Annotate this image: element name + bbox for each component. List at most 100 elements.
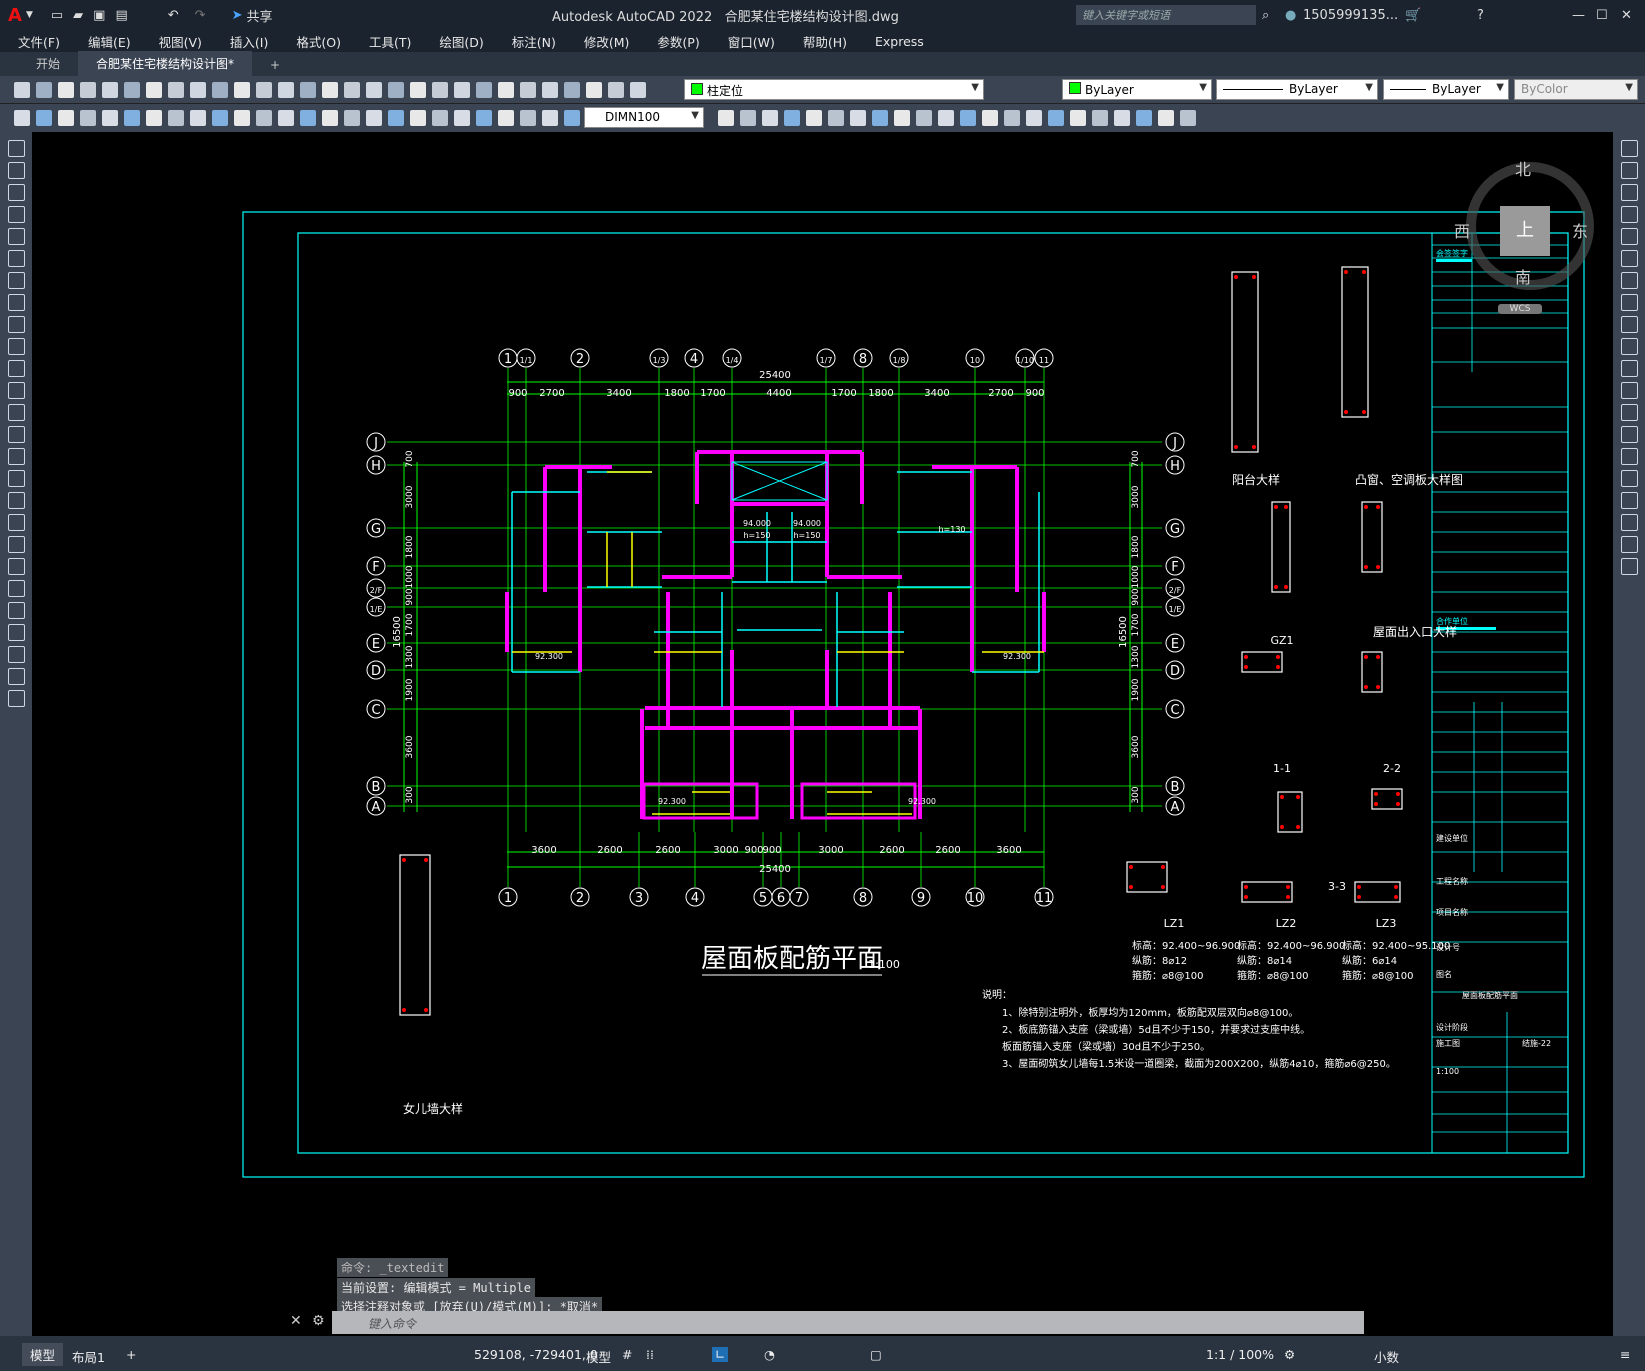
lineweight-dropdown[interactable]: ByLayer ▼ — [1383, 79, 1509, 100]
user-name[interactable]: 1505999135... — [1303, 8, 1398, 23]
toolbar-tool-icon[interactable] — [542, 110, 558, 126]
linetype-dropdown[interactable]: ByLayer ▼ — [1216, 79, 1378, 100]
toolbar-tool-icon[interactable] — [256, 82, 272, 98]
side-tool-icon[interactable] — [1621, 536, 1638, 553]
side-tool-icon[interactable] — [1621, 558, 1638, 575]
viewcube-north[interactable]: 北 — [1515, 156, 1531, 180]
toolbar-tool-icon[interactable] — [322, 110, 338, 126]
toolbar-tool-icon[interactable] — [1180, 110, 1196, 126]
toolbar-tool-icon[interactable] — [718, 110, 734, 126]
toolbar-tool-icon[interactable] — [982, 110, 998, 126]
viewcube-west[interactable]: 西 — [1454, 218, 1470, 242]
toolbar-tool-icon[interactable] — [344, 82, 360, 98]
plotstyle-dropdown[interactable]: ByColor ▼ — [1514, 79, 1638, 100]
toolbar-tool-icon[interactable] — [938, 110, 954, 126]
toolbar-tool-icon[interactable] — [762, 110, 778, 126]
toolbar-tool-icon[interactable] — [1026, 110, 1042, 126]
save-icon[interactable]: ▣ — [93, 8, 105, 23]
viewcube-east[interactable]: 东 — [1572, 218, 1588, 242]
side-tool-icon[interactable] — [1621, 316, 1638, 333]
redo-icon[interactable]: ↷ — [195, 8, 206, 23]
toolbar-tool-icon[interactable] — [454, 110, 470, 126]
toolbar-tool-icon[interactable] — [564, 110, 580, 126]
side-tool-icon[interactable] — [8, 360, 25, 377]
toolbar-tool-icon[interactable] — [190, 82, 206, 98]
side-tool-icon[interactable] — [1621, 382, 1638, 399]
toolbar-tool-icon[interactable] — [36, 82, 52, 98]
undo-icon[interactable]: ↶ — [168, 8, 179, 23]
side-tool-icon[interactable] — [8, 514, 25, 531]
toolbar-tool-icon[interactable] — [212, 110, 228, 126]
toolbar-tool-icon[interactable] — [1004, 110, 1020, 126]
menu-item[interactable]: Express — [861, 34, 938, 49]
new-icon[interactable]: ▭ — [51, 8, 63, 23]
toolbar-tool-icon[interactable] — [784, 110, 800, 126]
menu-item[interactable]: 编辑(E) — [74, 32, 145, 51]
settings-icon[interactable]: ⚙ — [1284, 1347, 1295, 1362]
side-tool-icon[interactable] — [8, 492, 25, 509]
toolbar-tool-icon[interactable] — [256, 110, 272, 126]
toolbar-tool-icon[interactable] — [894, 110, 910, 126]
side-tool-icon[interactable] — [1621, 404, 1638, 421]
grid-icon[interactable]: # — [622, 1347, 632, 1362]
toolbar-tool-icon[interactable] — [432, 82, 448, 98]
viewcube-top-face[interactable]: 上 — [1500, 206, 1550, 256]
help-icon[interactable]: ? — [1477, 8, 1484, 23]
side-tool-icon[interactable] — [1621, 448, 1638, 465]
toolbar-tool-icon[interactable] — [388, 110, 404, 126]
menu-item[interactable]: 文件(F) — [4, 32, 74, 51]
side-tool-icon[interactable] — [8, 580, 25, 597]
toolbar-tool-icon[interactable] — [1136, 110, 1152, 126]
side-tool-icon[interactable] — [8, 382, 25, 399]
model-tab[interactable]: 模型 — [22, 1343, 64, 1366]
side-tool-icon[interactable] — [1621, 140, 1638, 157]
toolbar-tool-icon[interactable] — [146, 110, 162, 126]
toolbar-tool-icon[interactable] — [146, 82, 162, 98]
side-tool-icon[interactable] — [8, 624, 25, 641]
layer-dropdown[interactable]: 柱定位 ▼ — [684, 79, 984, 100]
toolbar-tool-icon[interactable] — [212, 82, 228, 98]
cart-icon[interactable]: 🛒 — [1405, 8, 1421, 23]
side-tool-icon[interactable] — [8, 294, 25, 311]
menu-item[interactable]: 修改(M) — [570, 32, 644, 51]
toolbar-tool-icon[interactable] — [190, 110, 206, 126]
annotation-scale[interactable]: 1:1 / 100% — [1206, 1347, 1274, 1362]
menu-item[interactable]: 窗口(W) — [714, 32, 789, 51]
side-tool-icon[interactable] — [8, 470, 25, 487]
toolbar-tool-icon[interactable] — [410, 82, 426, 98]
toolbar-tool-icon[interactable] — [58, 82, 74, 98]
toolbar-tool-icon[interactable] — [58, 110, 74, 126]
toolbar-tool-icon[interactable] — [542, 82, 558, 98]
autocad-logo-icon[interactable]: A — [8, 5, 22, 26]
layout1-tab[interactable]: 布局1 — [72, 1347, 105, 1366]
side-tool-icon[interactable] — [8, 404, 25, 421]
toolbar-tool-icon[interactable] — [300, 110, 316, 126]
side-tool-icon[interactable] — [8, 162, 25, 179]
toolbar-tool-icon[interactable] — [850, 110, 866, 126]
menu-item[interactable]: 视图(V) — [145, 32, 216, 51]
drawing-canvas[interactable]: 会签签字 合作单位 建设单位 工程名称 项目名称 设计号 图名 屋面板配筋平面 设计阶段 施工图结… — [32, 132, 1613, 1336]
toolbar-tool-icon[interactable] — [102, 82, 118, 98]
menu-item[interactable]: 标注(N) — [498, 32, 570, 51]
toolbar-tool-icon[interactable] — [234, 110, 250, 126]
toolbar-tool-icon[interactable] — [454, 82, 470, 98]
side-tool-icon[interactable] — [1621, 338, 1638, 355]
toolbar-tool-icon[interactable] — [1158, 110, 1174, 126]
osnap-icon[interactable]: ▢ — [870, 1347, 882, 1362]
side-tool-icon[interactable] — [1621, 492, 1638, 509]
viewcube-south[interactable]: 南 — [1515, 264, 1531, 288]
side-tool-icon[interactable] — [8, 228, 25, 245]
toolbar-tool-icon[interactable] — [432, 110, 448, 126]
toolbar-tool-icon[interactable] — [80, 110, 96, 126]
new-tab-button[interactable]: + — [252, 54, 298, 76]
side-tool-icon[interactable] — [1621, 184, 1638, 201]
side-tool-icon[interactable] — [1621, 514, 1638, 531]
maximize-button[interactable]: ☐ — [1596, 8, 1608, 23]
toolbar-tool-icon[interactable] — [278, 110, 294, 126]
toolbar-tool-icon[interactable] — [828, 110, 844, 126]
toolbar-tool-icon[interactable] — [564, 82, 580, 98]
toolbar-tool-icon[interactable] — [630, 82, 646, 98]
toolbar-tool-icon[interactable] — [278, 82, 294, 98]
menu-item[interactable]: 绘图(D) — [425, 32, 497, 51]
toolbar-tool-icon[interactable] — [102, 110, 118, 126]
